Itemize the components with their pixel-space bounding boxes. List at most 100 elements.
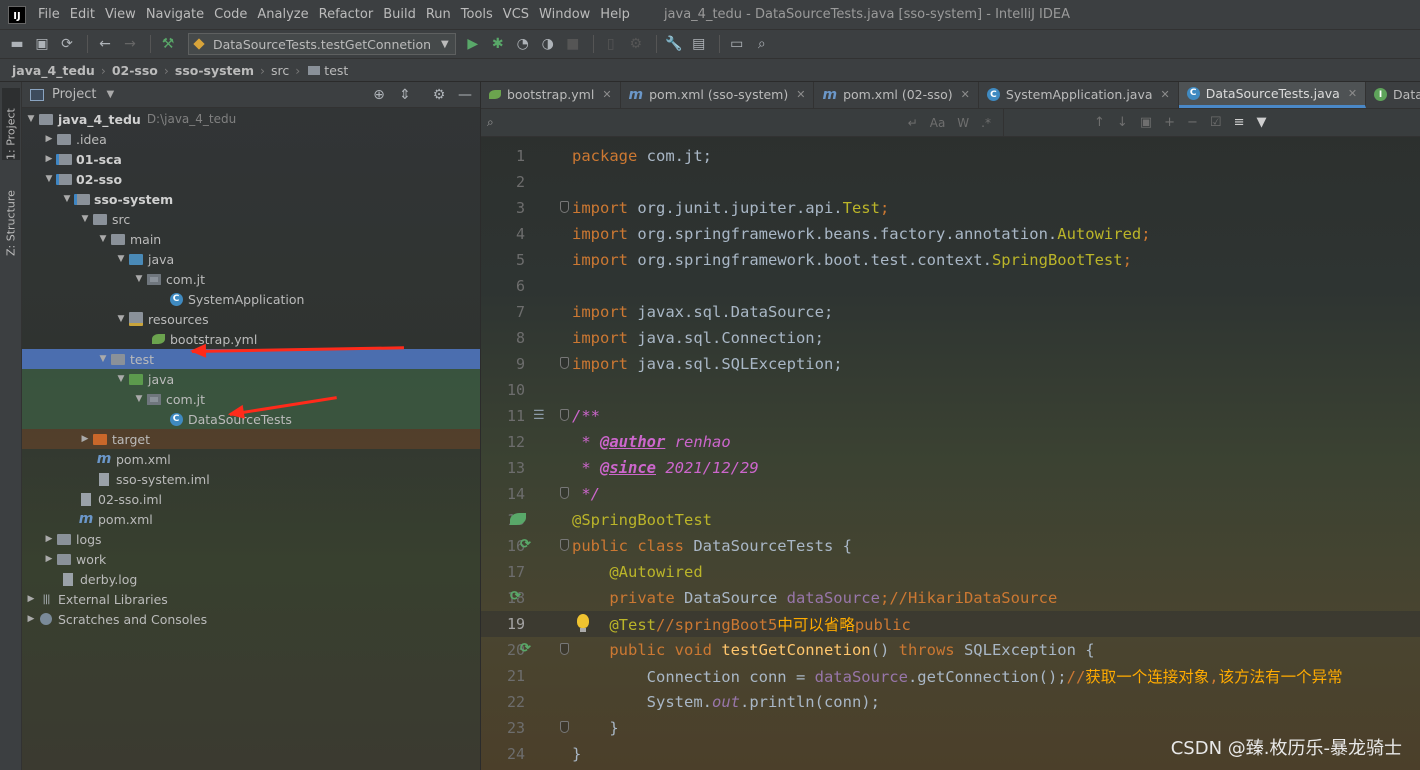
- select-all-icon[interactable]: ☑: [1210, 115, 1222, 130]
- filter-lines-icon[interactable]: ≡: [1234, 115, 1245, 130]
- regex-toggle[interactable]: .*: [981, 116, 991, 130]
- tab-data-source[interactable]: I DataSource.java: [1366, 82, 1420, 108]
- menu-edit[interactable]: Edit: [66, 7, 99, 22]
- collapsed-arrow-icon[interactable]: ▶: [24, 614, 38, 624]
- tree-item-derby-log[interactable]: derby.log: [22, 569, 480, 589]
- coverage-icon[interactable]: ◔: [512, 33, 534, 55]
- fold-icon[interactable]: [560, 409, 569, 421]
- expanded-arrow-icon[interactable]: ▼: [24, 114, 38, 124]
- structure-tool-button[interactable]: Z: Structure: [2, 174, 20, 256]
- arrow-down-icon[interactable]: ↓: [1117, 115, 1128, 130]
- tree-item-01-sca[interactable]: ▶ 01-sca: [22, 149, 480, 169]
- tab-bootstrap-yml[interactable]: bootstrap.yml ✕: [481, 82, 621, 108]
- tree-item-02-sso-iml[interactable]: 02-sso.iml: [22, 489, 480, 509]
- run-configuration-select[interactable]: DataSourceTests.testGetConnetion ▼: [188, 33, 456, 55]
- back-arrow-icon[interactable]: ←: [94, 33, 116, 55]
- menu-view[interactable]: View: [101, 7, 140, 22]
- profile-icon[interactable]: ◑: [537, 33, 559, 55]
- terminal-icon[interactable]: ▭: [726, 33, 748, 55]
- expanded-arrow-icon[interactable]: ▼: [60, 194, 74, 204]
- menu-window[interactable]: Window: [535, 7, 594, 22]
- expanded-arrow-icon[interactable]: ▼: [42, 174, 56, 184]
- tree-item-java-test[interactable]: ▼ java: [22, 369, 480, 389]
- open-folder-icon[interactable]: ▬: [6, 33, 28, 55]
- match-case-toggle[interactable]: Aa: [930, 116, 946, 130]
- close-icon[interactable]: ✕: [602, 88, 611, 101]
- tree-item-sso-system[interactable]: ▼ sso-system: [22, 189, 480, 209]
- close-icon[interactable]: ✕: [1161, 88, 1170, 101]
- collapsed-arrow-icon[interactable]: ▶: [42, 534, 56, 544]
- attach-debugger-icon[interactable]: ▯: [600, 33, 622, 55]
- tree-item-02-sso[interactable]: ▼ 02-sso: [22, 169, 480, 189]
- tree-item-idea[interactable]: ▶ .idea: [22, 129, 480, 149]
- vcs-update-icon[interactable]: ⚙: [625, 33, 647, 55]
- collapsed-arrow-icon[interactable]: ▶: [42, 554, 56, 564]
- menu-run[interactable]: Run: [422, 7, 455, 22]
- collapse-all-icon[interactable]: ⇕: [394, 85, 416, 105]
- tree-item-resources[interactable]: ▼ resources: [22, 309, 480, 329]
- fold-icon[interactable]: [560, 643, 569, 655]
- fold-icon[interactable]: [560, 539, 569, 551]
- tree-item-scratches[interactable]: ▶ Scratches and Consoles: [22, 609, 480, 629]
- run-test-icon[interactable]: ⟳: [520, 641, 531, 656]
- expanded-arrow-icon[interactable]: ▼: [96, 354, 110, 364]
- tree-item-sso-system-iml[interactable]: sso-system.iml: [22, 469, 480, 489]
- tree-item-bootstrap-yml[interactable]: bootstrap.yml: [22, 329, 480, 349]
- tree-item-com-jt-main[interactable]: ▼ com.jt: [22, 269, 480, 289]
- find-input[interactable]: ⌕ ↵ Aa W .*: [481, 108, 1004, 137]
- tree-item-java-4-tedu[interactable]: ▼ java_4_tedu D:\java_4_tedu: [22, 109, 480, 129]
- project-tool-button[interactable]: 1: Project: [2, 88, 20, 160]
- menu-refactor[interactable]: Refactor: [315, 7, 378, 22]
- menu-file[interactable]: File: [34, 7, 64, 22]
- save-all-icon[interactable]: ▣: [31, 33, 53, 55]
- filter-icon[interactable]: ▼: [1256, 115, 1266, 130]
- remove-occurrence-icon[interactable]: −: [1187, 115, 1198, 130]
- stop-icon[interactable]: ■: [562, 33, 584, 55]
- menu-code[interactable]: Code: [210, 7, 251, 22]
- fold-icon[interactable]: [560, 201, 569, 213]
- close-icon[interactable]: ✕: [796, 88, 805, 101]
- tree-item-external-libraries[interactable]: ▶ External Libraries: [22, 589, 480, 609]
- tree-item-target[interactable]: ▶ target: [22, 429, 480, 449]
- new-line-toggle-icon[interactable]: ↵: [908, 116, 918, 130]
- tab-data-source-tests[interactable]: C DataSourceTests.java ✕: [1178, 82, 1367, 108]
- tree-item-com-jt-test[interactable]: ▼ com.jt: [22, 389, 480, 409]
- collapsed-arrow-icon[interactable]: ▶: [42, 134, 56, 144]
- expanded-arrow-icon[interactable]: ▼: [96, 234, 110, 244]
- debug-bug-icon[interactable]: ✱: [487, 33, 509, 55]
- breadcrumb-item[interactable]: 02-sso: [112, 63, 158, 78]
- breadcrumb-item[interactable]: src: [271, 63, 289, 78]
- menu-tools[interactable]: Tools: [457, 7, 497, 22]
- navigate-bean-icon[interactable]: ⟳: [510, 589, 521, 604]
- expanded-arrow-icon[interactable]: ▼: [132, 274, 146, 284]
- close-icon[interactable]: ✕: [1348, 87, 1357, 100]
- build-hammer-icon[interactable]: ⚒: [157, 33, 179, 55]
- tab-pom-02-sso[interactable]: m pom.xml (02-sso) ✕: [814, 82, 979, 108]
- chevron-down-icon[interactable]: ▼: [106, 89, 114, 100]
- search-everywhere-icon[interactable]: ⌕: [751, 33, 773, 55]
- tree-item-src[interactable]: ▼ src: [22, 209, 480, 229]
- lightbulb-icon[interactable]: [577, 614, 589, 632]
- run-icon[interactable]: ▶: [462, 33, 484, 55]
- tree-item-system-application[interactable]: SystemApplication: [22, 289, 480, 309]
- close-icon[interactable]: ✕: [961, 88, 970, 101]
- settings-wrench-icon[interactable]: 🔧: [663, 33, 685, 55]
- tree-item-pom-sso-system[interactable]: pom.xml: [22, 449, 480, 469]
- breadcrumb-item[interactable]: java_4_tedu: [12, 63, 95, 78]
- select-all-occurrences-icon[interactable]: ▣: [1140, 115, 1152, 130]
- tree-item-pom-02-sso[interactable]: pom.xml: [22, 509, 480, 529]
- tree-item-logs[interactable]: ▶ logs: [22, 529, 480, 549]
- whole-words-toggle[interactable]: W: [957, 116, 969, 130]
- sync-icon[interactable]: ⟳: [56, 33, 78, 55]
- run-test-icon[interactable]: ⟳: [520, 537, 531, 552]
- breadcrumb-item[interactable]: sso-system: [175, 63, 254, 78]
- fold-icon[interactable]: [560, 721, 569, 733]
- tab-pom-sso-system[interactable]: m pom.xml (sso-system) ✕: [621, 82, 815, 108]
- collapsed-arrow-icon[interactable]: ▶: [42, 154, 56, 164]
- expanded-arrow-icon[interactable]: ▼: [114, 314, 128, 324]
- fold-icon[interactable]: [560, 487, 569, 499]
- toggle-rendered-view-icon[interactable]: ☰: [533, 408, 545, 423]
- tab-system-application[interactable]: C SystemApplication.java ✕: [979, 82, 1179, 108]
- collapsed-arrow-icon[interactable]: ▶: [78, 434, 92, 444]
- expanded-arrow-icon[interactable]: ▼: [114, 254, 128, 264]
